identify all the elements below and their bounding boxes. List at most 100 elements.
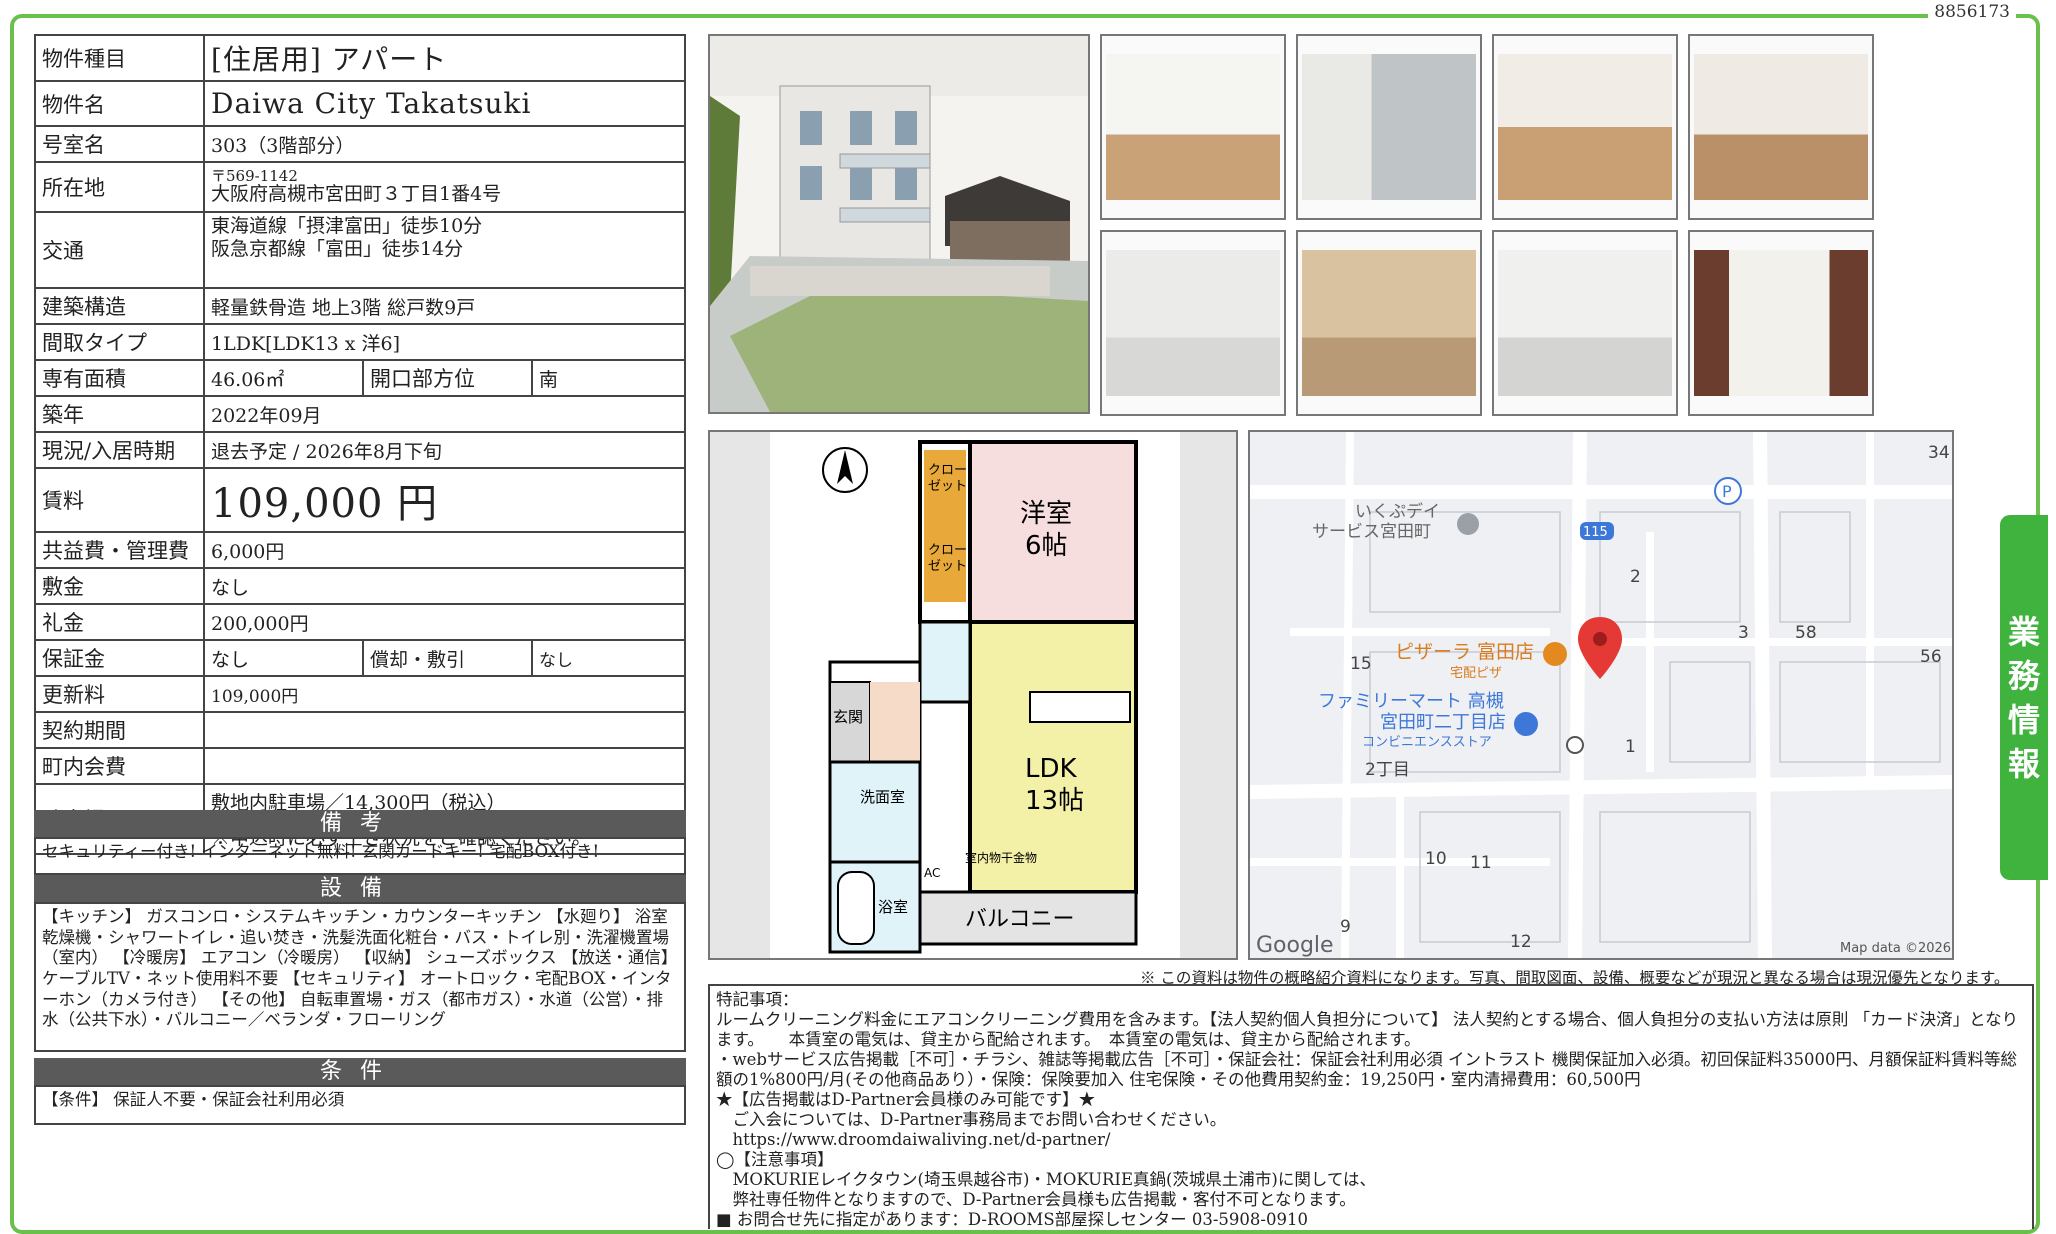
remarks-header: 備考	[34, 810, 686, 837]
business-info-tab[interactable]: 業 務 情 報	[2000, 515, 2048, 880]
exterior-photo[interactable]	[708, 34, 1090, 414]
convenience-store-marker-icon	[1514, 712, 1538, 736]
status-value: 退去予定 / 2026年8月下旬	[203, 431, 686, 469]
note-line: 特記事項：	[716, 990, 799, 1009]
room-photo[interactable]	[1296, 230, 1482, 416]
equipment-header: 設備	[34, 875, 686, 902]
floor-plan[interactable]: クロー ゼット クロー ゼット 洋室 6帖 玄関 洗面室 浴室 AC LDK 1…	[708, 430, 1238, 960]
map-credit: Map data ©2026	[1840, 941, 1951, 956]
traffic-line-2: 阪急京都線「富田」徒歩14分	[211, 237, 464, 260]
map-label: サービス宮田町	[1312, 522, 1431, 542]
direction-label: 開口部方位	[362, 359, 533, 397]
built-label: 築年	[34, 395, 205, 433]
property-name: Daiwa City Takatsuki	[203, 80, 686, 127]
contract-label: 契約期間	[34, 711, 205, 749]
address-label: 所在地	[34, 161, 205, 213]
side-tab-char: 務	[2007, 656, 2040, 695]
hanger-label: 室内物干金物	[965, 850, 1037, 865]
deposit-label: 敷金	[34, 567, 205, 605]
room-photo[interactable]	[1688, 34, 1874, 220]
note-line: ルームクリーニング料金にエアコンクリーニング費用を含みます。【法人契約個人負担分…	[716, 1010, 2019, 1049]
side-tab-char: 業	[2007, 612, 2040, 651]
route-number: 115	[1583, 525, 1608, 540]
property-spec-table: 物件種目 [住居用] アパート 物件名 Daiwa City Takatsuki…	[34, 34, 686, 855]
room-image	[1106, 54, 1280, 200]
equipment-box: 【キッチン】 ガスコンロ・システムキッチン・カウンターキッチン 【水廻り】 浴室…	[34, 902, 686, 1052]
fee-value: 6,000円	[203, 531, 686, 569]
room-value: 303（3階部分）	[203, 125, 686, 163]
map-label: ファミリーマート 高槻	[1318, 691, 1504, 712]
svg-text:34: 34	[1928, 443, 1950, 463]
document-id: 8856173	[1928, 2, 2016, 22]
note-line: ご入会については、D-Partner事務局までお問い合わせください。	[716, 1110, 1227, 1129]
room-image	[1302, 54, 1476, 200]
side-tab-char: 報	[2007, 744, 2040, 783]
room-photo[interactable]	[1492, 34, 1678, 220]
room-image	[1106, 250, 1280, 396]
ac-label: AC	[924, 866, 940, 880]
conditions-header: 条件	[34, 1058, 686, 1085]
side-tab-char: 情	[2007, 700, 2040, 739]
key-money-label: 礼金	[34, 603, 205, 641]
map-label: コンビニエンスストア	[1362, 735, 1492, 750]
room-image	[1498, 250, 1672, 396]
location-map[interactable]: いくぷデイ サービス宮田町 P 115 ピザーラ 富田店 宅配ピザ ファミリーマ…	[1248, 430, 1954, 960]
room-photo[interactable]	[1688, 230, 1874, 416]
note-line: ・webサービス広告掲載［不可］・チラシ、雑誌等掲載広告［不可］・保証会社：保証…	[716, 1050, 2017, 1089]
bus-stop-icon	[1566, 736, 1584, 754]
bath-label: 浴室	[878, 898, 908, 916]
google-logo: Google	[1256, 933, 1334, 958]
balcony-label: バルコニー	[965, 907, 1075, 932]
closet-label: クロー	[928, 463, 967, 478]
svg-text:ゼット: ゼット	[928, 479, 967, 494]
room-photo[interactable]	[1100, 230, 1286, 416]
name-label: 物件名	[34, 80, 205, 127]
ldk-label: LDK	[1025, 754, 1078, 784]
status-label: 現況/入居時期	[34, 431, 205, 469]
town-fee-value	[203, 747, 686, 785]
entrance-label: 玄関	[833, 708, 863, 726]
type-value: [住居用] アパート	[203, 34, 686, 82]
western-room-size: 6帖	[1025, 531, 1068, 561]
svg-text:P: P	[1722, 482, 1732, 501]
remarks-box: セキュリティー付き! インターネット無料! 玄関カードキー! 宅配BOX付き!	[34, 837, 686, 875]
contact-line: ■ お問合せ先に指定があります：D-ROOMS部屋探しセンター 03-5908-…	[716, 1210, 1308, 1229]
traffic-line-1: 東海道線「摂津富田」徒歩10分	[211, 215, 483, 237]
room-label: 号室名	[34, 125, 205, 163]
svg-text:2丁目: 2丁目	[1365, 760, 1410, 780]
room-photo[interactable]	[1100, 34, 1286, 220]
special-notes: 特記事項： ルームクリーニング料金にエアコンクリーニング費用を含みます。【法人契…	[708, 984, 2034, 1229]
renewal-label: 更新料	[34, 675, 205, 713]
structure-label: 建築構造	[34, 287, 205, 325]
map-drawing: いくぷデイ サービス宮田町 P 115 ピザーラ 富田店 宅配ピザ ファミリーマ…	[1250, 432, 1952, 958]
restaurant-marker-icon	[1543, 642, 1567, 666]
washroom-label: 洗面室	[860, 788, 905, 806]
svg-text:ゼット: ゼット	[928, 559, 967, 574]
room-image	[1498, 54, 1672, 200]
map-label: ピザーラ 富田店	[1395, 641, 1534, 663]
contract-value	[203, 711, 686, 749]
key-money-value: 200,000円	[203, 603, 686, 641]
svg-text:15: 15	[1350, 654, 1372, 674]
amortization-value: なし	[531, 639, 686, 677]
layout-value: 1LDK[LDK13 x 洋6]	[203, 323, 686, 361]
type-label: 物件種目	[34, 34, 205, 82]
deposit-value: なし	[203, 567, 686, 605]
conditions-box: 【条件】 保証人不要・保証会社利用必須	[34, 1085, 686, 1125]
ldk-size: 13帖	[1025, 786, 1084, 816]
structure-value: 軽量鉄骨造 地上3階 総戸数9戸	[203, 287, 686, 325]
address-value: 大阪府高槻市宮田町３丁目1番4号	[211, 182, 502, 205]
svg-text:1: 1	[1625, 737, 1636, 757]
western-room-label: 洋室	[1020, 499, 1072, 529]
closet-label: クロー	[928, 543, 967, 558]
area-value: 46.06㎡	[203, 359, 364, 397]
guarantee-value: なし	[203, 639, 364, 677]
room-photo[interactable]	[1492, 230, 1678, 416]
exterior-image	[710, 36, 1088, 412]
room-photo[interactable]	[1296, 34, 1482, 220]
partner-link[interactable]: https://www.droomdaiwaliving.net/d-partn…	[716, 1130, 2026, 1150]
svg-text:3: 3	[1738, 623, 1749, 643]
map-label: いくぷデイ	[1355, 501, 1440, 522]
fee-label: 共益費・管理費	[34, 531, 205, 569]
svg-text:2: 2	[1630, 567, 1641, 587]
